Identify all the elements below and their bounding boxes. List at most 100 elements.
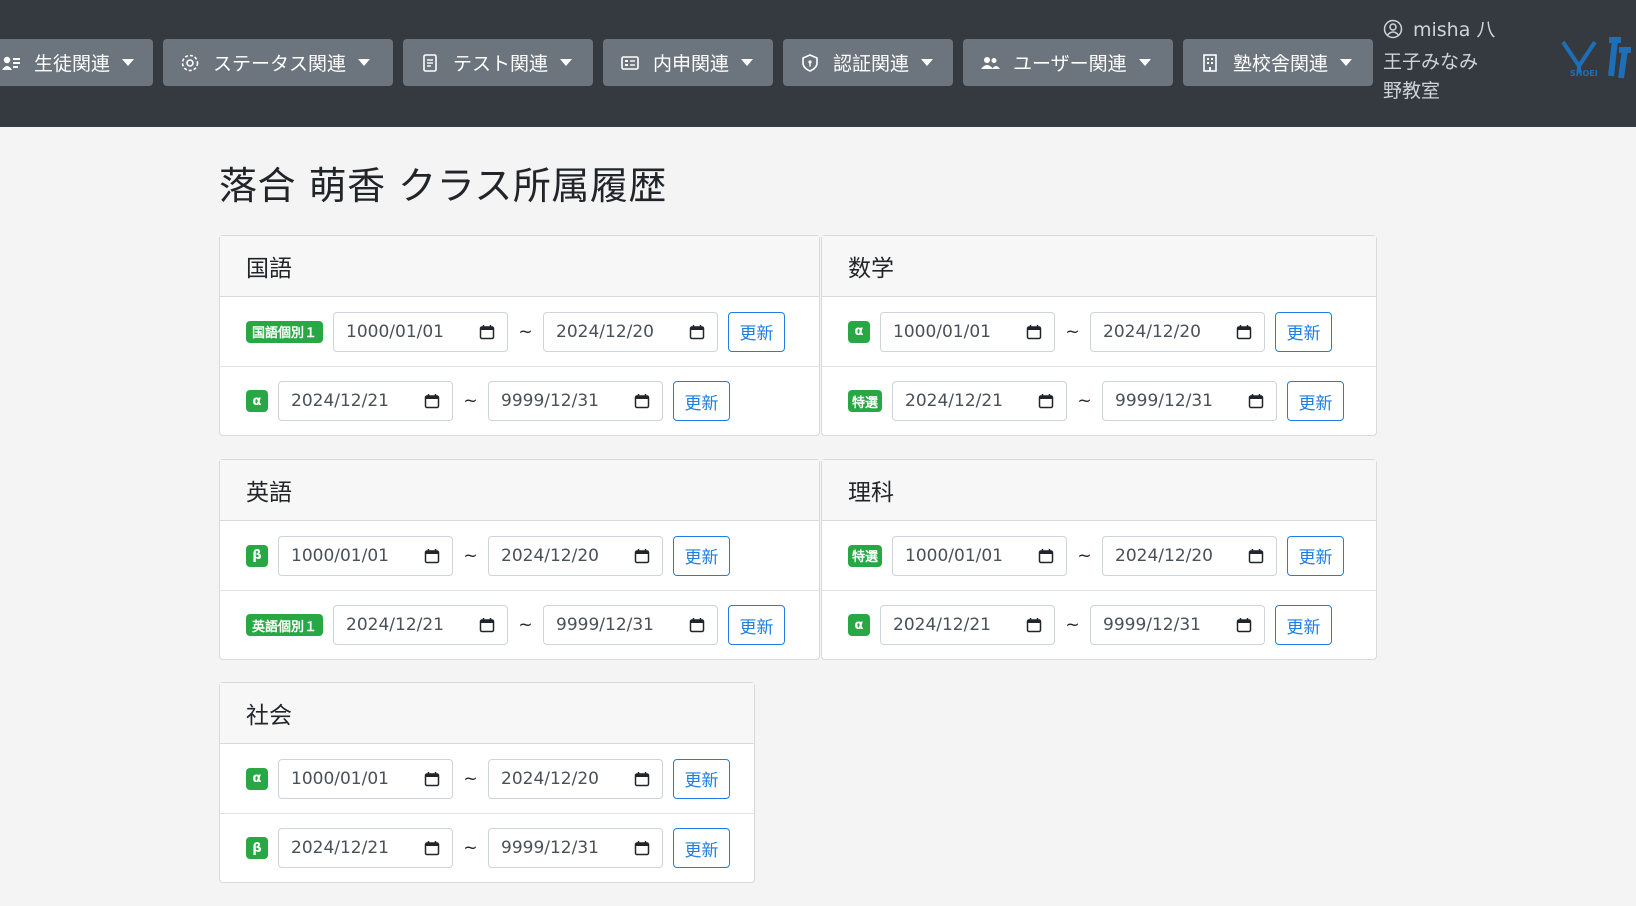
calendar-icon[interactable]: [424, 771, 440, 787]
nav-menu-school[interactable]: 塾校舎関連: [1183, 39, 1373, 86]
end-date-input[interactable]: 9999/12/31: [1102, 381, 1278, 421]
nav-menu-label: テスト関連: [453, 53, 549, 75]
update-button[interactable]: 更新: [1275, 311, 1332, 352]
end-date-value: 2024/12/20: [556, 321, 654, 342]
update-button[interactable]: 更新: [728, 605, 786, 645]
nav-menu-label: 生徒関連: [34, 53, 111, 75]
start-date-input[interactable]: 2024/12/21: [278, 381, 453, 421]
nav-menu-status[interactable]: ステータス関連: [163, 39, 393, 86]
caret-down-icon: [741, 59, 754, 66]
page-title: 落合 萌香 クラス所属履歴: [219, 164, 667, 208]
start-date-input[interactable]: 2024/12/21: [892, 381, 1068, 421]
start-date-input[interactable]: 2024/12/21: [880, 605, 1055, 645]
end-date-value: 2024/12/20: [1115, 545, 1213, 566]
end-date-input[interactable]: 2024/12/20: [1090, 311, 1265, 352]
start-date-input[interactable]: 1000/01/01: [333, 311, 509, 352]
calendar-icon[interactable]: [1026, 324, 1042, 340]
update-button[interactable]: 更新: [1275, 605, 1332, 645]
end-date-input[interactable]: 2024/12/20: [488, 758, 663, 799]
calendar-icon[interactable]: [689, 324, 705, 340]
calendar-icon[interactable]: [634, 771, 650, 787]
calendar-icon[interactable]: [634, 840, 650, 856]
update-button[interactable]: 更新: [1287, 381, 1345, 421]
nav-menu-auth[interactable]: 認証関連: [783, 39, 953, 86]
end-date-input[interactable]: 9999/12/31: [1090, 605, 1265, 645]
user-circle-icon: [1383, 19, 1403, 48]
calendar-icon[interactable]: [479, 324, 495, 340]
end-date-input[interactable]: 9999/12/31: [488, 381, 663, 421]
calendar-icon[interactable]: [634, 393, 650, 409]
start-date-input[interactable]: 1000/01/01: [278, 535, 453, 576]
subject-card: 理科 特選 1000/01/01 ~2024/12/20 更新 α 2024/12/21 ~9…: [821, 459, 1377, 660]
subject-card: 社会 α 1000/01/01 ~2024/12/20 更新 β 2024/12/21 ~99…: [219, 682, 755, 883]
subject-card: 国語 国語個別１ 1000/01/01 ~2024/12/20 更新 α 2024/12/2…: [219, 235, 820, 436]
subject-card: 数学 α 1000/01/01 ~2024/12/20 更新 特選 2024/12/21 ~9…: [821, 235, 1377, 436]
nav-menu-report[interactable]: 内申関連: [603, 39, 773, 86]
calendar-icon[interactable]: [1236, 324, 1252, 340]
update-button[interactable]: 更新: [673, 758, 730, 799]
nav-menu-students[interactable]: 生徒関連: [0, 39, 153, 86]
update-button[interactable]: 更新: [1287, 535, 1345, 576]
start-date-value: 1000/01/01: [291, 545, 389, 566]
calendar-icon[interactable]: [1248, 393, 1264, 409]
start-date-value: 2024/12/21: [291, 391, 389, 411]
update-button[interactable]: 更新: [673, 828, 730, 868]
class-badge: α: [246, 767, 268, 790]
nav-menu-users[interactable]: ユーザー関連: [963, 39, 1173, 86]
card-icon: [619, 52, 641, 74]
navbar: 生徒関連 ステータス関連 テスト関連 内申関連 認証関連 ユーザー関連 塾校舎関…: [0, 0, 1636, 127]
update-button[interactable]: 更新: [673, 535, 730, 576]
caret-down-icon: [358, 59, 371, 66]
subject-name: 社会: [246, 703, 292, 729]
nav-menu-tests[interactable]: テスト関連: [403, 39, 593, 86]
start-date-input[interactable]: 2024/12/21: [333, 605, 509, 645]
calendar-icon[interactable]: [424, 548, 440, 564]
subject-name: 英語: [246, 480, 292, 506]
shield-icon: [799, 52, 821, 74]
class-history-row: α 2024/12/21 ~9999/12/31 更新: [822, 590, 1376, 659]
calendar-icon[interactable]: [424, 393, 440, 409]
calendar-icon[interactable]: [1038, 393, 1054, 409]
end-date-value: 2024/12/20: [501, 768, 599, 789]
end-date-value: 9999/12/31: [1103, 615, 1201, 635]
calendar-icon[interactable]: [1026, 617, 1042, 633]
nav-menu-label: 塾校舎関連: [1233, 53, 1329, 75]
end-date-value: 2024/12/20: [501, 545, 599, 566]
caret-down-icon: [1138, 59, 1151, 66]
calendar-icon[interactable]: [1038, 548, 1054, 564]
calendar-icon[interactable]: [1248, 548, 1264, 564]
range-separator: ~: [1065, 615, 1080, 635]
start-date-value: 1000/01/01: [291, 768, 389, 789]
calendar-icon[interactable]: [479, 617, 495, 633]
range-separator: ~: [518, 615, 533, 635]
calendar-icon[interactable]: [1236, 617, 1252, 633]
end-date-input[interactable]: 2024/12/20: [1102, 535, 1278, 576]
user-menu[interactable]: misha 八 王子みなみ 野教室: [1383, 16, 1533, 106]
class-history-row: 特選 2024/12/21 ~9999/12/31 更新: [822, 366, 1376, 435]
start-date-input[interactable]: 2024/12/21: [278, 828, 453, 868]
class-badge: α: [848, 320, 870, 343]
end-date-value: 9999/12/31: [556, 615, 654, 635]
calendar-icon[interactable]: [424, 840, 440, 856]
end-date-input[interactable]: 2024/12/20: [543, 311, 719, 352]
start-date-input[interactable]: 1000/01/01: [880, 311, 1055, 352]
end-date-input[interactable]: 2024/12/20: [488, 535, 663, 576]
start-date-input[interactable]: 1000/01/01: [278, 758, 453, 799]
subject-name: 数学: [848, 256, 894, 282]
class-badge: 国語個別１: [246, 320, 324, 343]
caret-down-icon: [560, 59, 573, 66]
class-history-row: 英語個別１ 2024/12/21 ~9999/12/31 更新: [220, 590, 819, 659]
update-button[interactable]: 更新: [673, 381, 730, 421]
brand-logo[interactable]: SHOEI: [1561, 36, 1636, 86]
class-history-row: 国語個別１ 1000/01/01 ~2024/12/20 更新: [220, 297, 819, 366]
start-date-input[interactable]: 1000/01/01: [892, 535, 1068, 576]
caret-down-icon: [1340, 59, 1353, 66]
end-date-input[interactable]: 9999/12/31: [488, 828, 663, 868]
document-icon: [419, 52, 441, 74]
subject-card: 英語 β 1000/01/01 ~2024/12/20 更新 英語個別１ 2024/12/2…: [219, 459, 820, 660]
calendar-icon[interactable]: [634, 548, 650, 564]
update-button[interactable]: 更新: [728, 311, 786, 352]
calendar-icon[interactable]: [689, 617, 705, 633]
end-date-value: 9999/12/31: [501, 391, 599, 411]
end-date-input[interactable]: 9999/12/31: [543, 605, 719, 645]
